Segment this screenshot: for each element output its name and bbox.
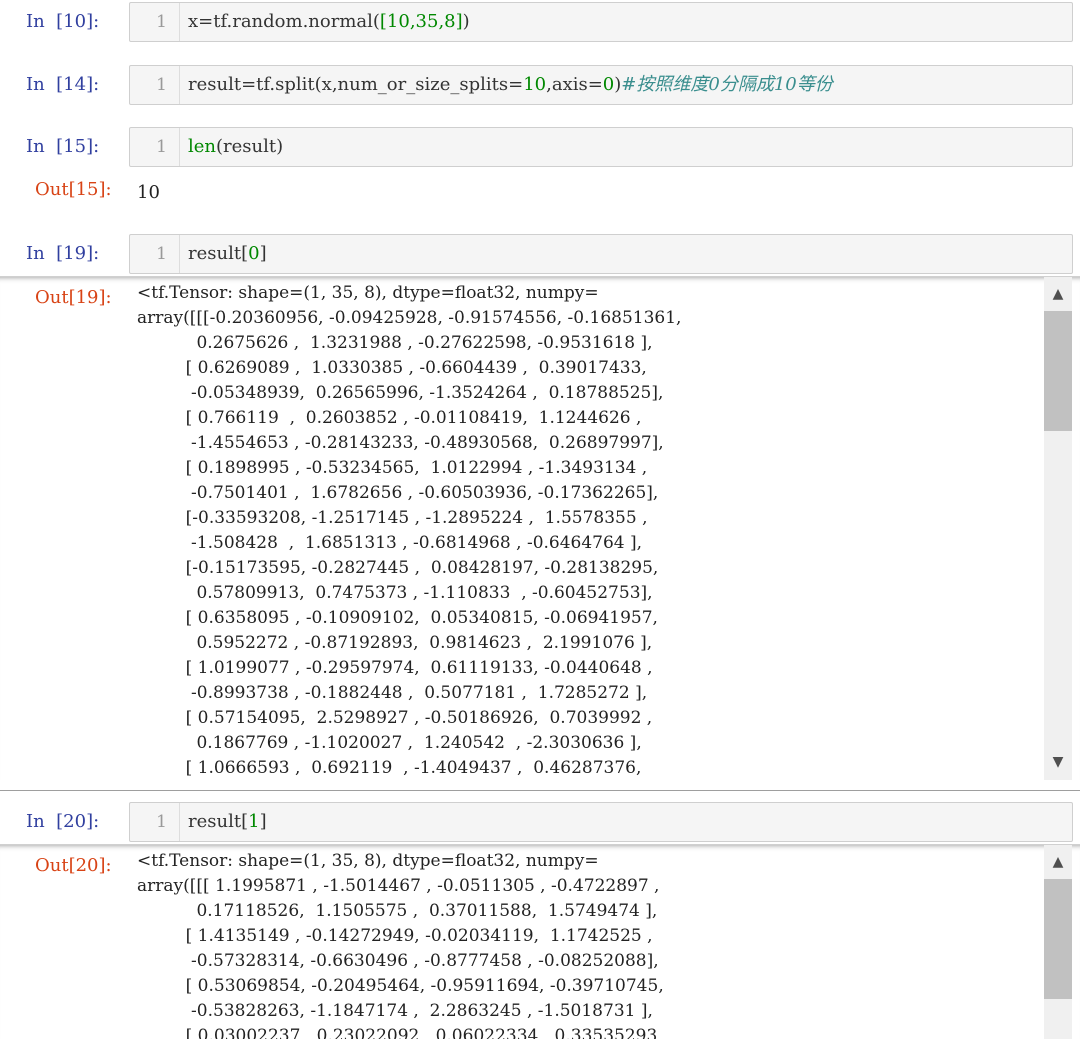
code-text[interactable]: result[0] (188, 235, 267, 273)
input-prompt-19: In [19]: (26, 243, 100, 264)
code-text[interactable]: result=tf.split(x,num_or_size_splits=10,… (188, 66, 833, 104)
output-line: [-0.15173595, -0.2827445 , 0.08428197, -… (185, 558, 659, 578)
output-line: [ 0.57154095, 2.5298927 , -0.50186926, 0… (185, 708, 653, 728)
output-line: [ 0.53069854, -0.20495464, -0.95911694, … (185, 976, 664, 996)
input-prompt-14: In [14]: (26, 74, 100, 95)
scrollbar-thumb[interactable] (1044, 311, 1072, 431)
output-text-20: <tf.Tensor: shape=(1, 35, 8), dtype=floa… (137, 849, 664, 1039)
output-area-19[interactable]: Out[19]: <tf.Tensor: shape=(1, 35, 8), d… (0, 276, 1080, 780)
scrollbar-thumb[interactable] (1044, 879, 1072, 999)
output-line: 0.17118526, 1.1505575 , 0.37011588, 1.57… (196, 901, 658, 921)
code-part: result=tf.split(x,num_or_size_splits= (188, 74, 524, 95)
code-part: ] (259, 243, 267, 264)
output-text-19: <tf.Tensor: shape=(1, 35, 8), dtype=floa… (137, 281, 681, 780)
input-prompt-15: In [15]: (26, 136, 100, 157)
output-line: 0.5952272 , -0.87192893, 0.9814623 , 2.1… (196, 633, 653, 653)
code-text[interactable]: len(result) (188, 128, 283, 166)
output-line: [-0.33593208, -1.2517145 , -1.2895224 , … (185, 508, 648, 528)
code-cell-14[interactable]: 1 result=tf.split(x,num_or_size_splits=1… (129, 65, 1073, 105)
output-line: -1.508428 , 1.6851313 , -0.6814968 , -0.… (191, 533, 643, 553)
output-line: [ 0.766119 , 0.2603852 , -0.01108419, 1.… (185, 408, 642, 428)
output-line: [ 0.6358095 , -0.10909102, 0.05340815, -… (185, 608, 658, 628)
code-part: ,axis= (546, 74, 603, 95)
output-value-15: 10 (137, 182, 160, 203)
cell-separator (0, 790, 1080, 791)
input-prompt-20: In [20]: (26, 811, 100, 832)
scroll-up-icon[interactable]: ▲ (1044, 283, 1072, 305)
output-line: array([[[ 1.1995871 , -1.5014467 , -0.05… (137, 876, 660, 896)
scrollbar[interactable]: ▲ ▼ (1044, 277, 1072, 780)
output-line: -0.05348939, 0.26565996, -1.3524264 , 0.… (191, 383, 664, 403)
code-comment: #按照维度0分隔成10等份 (621, 74, 833, 95)
output-line: [ 1.0199077 , -0.29597974, 0.61119133, -… (185, 658, 653, 678)
code-part: (result) (216, 136, 284, 157)
output-line: [ 0.1898995 , -0.53234565, 1.0122994 , -… (185, 458, 648, 478)
output-prompt-20: Out[20]: (35, 855, 112, 876)
code-literal: 0 (602, 74, 615, 95)
scrollbar[interactable]: ▲ (1044, 845, 1072, 1039)
output-prompt-19: Out[19]: (35, 287, 112, 308)
scroll-down-icon[interactable]: ▼ (1044, 751, 1072, 773)
line-number: 1 (130, 803, 180, 841)
code-text[interactable]: result[1] (188, 803, 267, 841)
output-line: -0.57328314, -0.6630496 , -0.8777458 , -… (191, 951, 659, 971)
code-cell-19[interactable]: 1 result[0] (129, 234, 1073, 274)
output-line: -0.53828263, -1.1847174 , 2.2863245 , -1… (191, 1001, 653, 1021)
output-line: [ 1.0666593 , 0.692119 , -1.4049437 , 0.… (137, 758, 642, 778)
line-number: 1 (130, 235, 180, 273)
input-prompt-10: In [10]: (26, 11, 100, 32)
output-line: 0.1867769 , -1.1020027 , 1.240542 , -2.3… (196, 733, 642, 753)
code-literal: [10,35,8] (379, 11, 463, 32)
output-line: [ 1.4135149 , -0.14272949, -0.02034119, … (185, 926, 653, 946)
scroll-up-icon[interactable]: ▲ (1044, 851, 1072, 873)
code-literal: 1 (248, 811, 260, 832)
code-cell-10[interactable]: 1 x=tf.random.normal([10,35,8]) (129, 2, 1073, 42)
output-line: -0.8993738 , -0.1882448 , 0.5077181 , 1.… (191, 683, 648, 703)
output-line: 0.2675626 , 1.3231988 , -0.27622598, -0.… (196, 333, 653, 353)
code-literal: 10 (523, 74, 547, 95)
code-text[interactable]: x=tf.random.normal([10,35,8]) (188, 3, 470, 41)
line-number: 1 (130, 66, 180, 104)
code-literal: 0 (248, 243, 260, 264)
code-part: x=tf.random.normal( (188, 11, 380, 32)
code-part: ) (462, 11, 470, 32)
output-line: array([[[-0.20360956, -0.09425928, -0.91… (137, 308, 682, 328)
line-number: 1 (130, 3, 180, 41)
output-line: 0.57809913, 0.7475373 , -1.110833 , -0.6… (196, 583, 653, 603)
output-line: <tf.Tensor: shape=(1, 35, 8), dtype=floa… (137, 851, 599, 871)
code-cell-15[interactable]: 1 len(result) (129, 127, 1073, 167)
code-part: ] (259, 811, 267, 832)
code-cell-20[interactable]: 1 result[1] (129, 802, 1073, 842)
code-part: result[ (188, 243, 249, 264)
code-builtin: len (188, 136, 217, 157)
output-line: -0.7501401 , 1.6782656 , -0.60503936, -0… (191, 483, 659, 503)
output-prompt-15: Out[15]: (35, 179, 112, 200)
output-line: -1.4554653 , -0.28143233, -0.48930568, 0… (191, 433, 664, 453)
output-line: <tf.Tensor: shape=(1, 35, 8), dtype=floa… (137, 283, 599, 303)
output-line: [ 0.6269089 , 1.0330385 , -0.6604439 , 0… (185, 358, 647, 378)
output-area-20[interactable]: Out[20]: <tf.Tensor: shape=(1, 35, 8), d… (0, 844, 1080, 1039)
code-part: result[ (188, 811, 249, 832)
output-line: [ 0.03002237, 0.23022092, 0.06022334, 0.… (137, 1026, 663, 1039)
line-number: 1 (130, 128, 180, 166)
